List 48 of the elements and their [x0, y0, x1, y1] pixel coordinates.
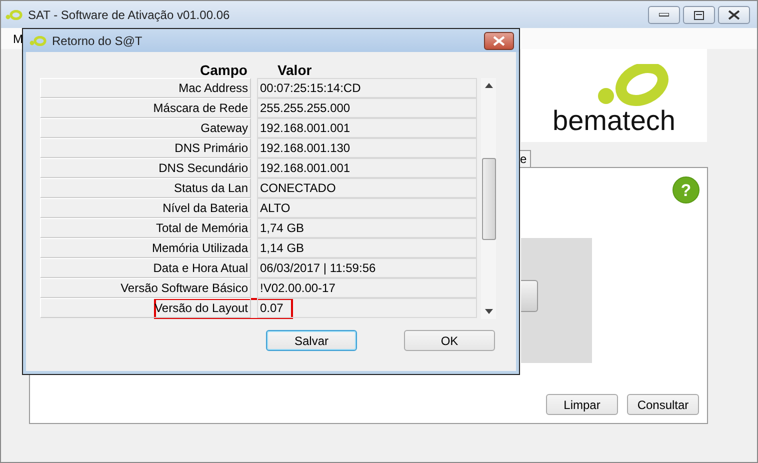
- partial-button[interactable]: [521, 280, 538, 312]
- logo-text: bematech: [552, 106, 676, 136]
- field-label: Nível da Bateria: [40, 198, 251, 218]
- field-value: 192.168.001.130: [257, 138, 477, 158]
- field-value: 255.255.255.000: [257, 98, 477, 118]
- scroll-down-icon[interactable]: [484, 309, 492, 314]
- field-value: 06/03/2017 | 11:59:56: [257, 258, 477, 278]
- clear-button[interactable]: Limpar: [546, 394, 618, 415]
- field-label: DNS Primário: [40, 138, 251, 158]
- field-label: Mac Address: [40, 78, 251, 98]
- scroll-up-icon[interactable]: [484, 83, 492, 88]
- minimize-icon: [659, 13, 669, 17]
- field-label: Status da Lan: [40, 178, 251, 198]
- query-button[interactable]: Consultar: [627, 394, 699, 415]
- column-header: Campo: [200, 62, 248, 78]
- field-value: ALTO: [257, 198, 477, 218]
- close-icon: [728, 10, 740, 20]
- menu-item[interactable]: M: [13, 32, 23, 46]
- close-button[interactable]: [484, 32, 514, 50]
- field-value: 192.168.001.001: [257, 158, 477, 178]
- field-label: Total de Memória: [40, 218, 251, 238]
- field-label: Gateway: [40, 118, 251, 138]
- field-label: Memória Utilizada: [40, 238, 251, 258]
- close-icon: [493, 36, 505, 46]
- logo-mark-icon: [597, 64, 671, 106]
- field-value: 1,74 GB: [257, 218, 477, 238]
- field-label: DNS Secundário: [40, 158, 251, 178]
- close-button[interactable]: [718, 6, 750, 24]
- field-label: Data e Hora Atual: [40, 258, 251, 278]
- field-value: CONECTADO: [257, 178, 477, 198]
- scrollbar[interactable]: [481, 78, 496, 319]
- field-value: 192.168.001.001: [257, 118, 477, 138]
- field-value: 00:07:25:15:14:CD: [257, 78, 477, 98]
- field-value: 0.07: [257, 298, 477, 318]
- column-header: Valor: [277, 62, 312, 78]
- field-label: Máscara de Rede: [40, 98, 251, 118]
- field-label: Versão Software Básico: [40, 278, 251, 298]
- maximize-button[interactable]: [683, 6, 715, 24]
- window-title: SAT - Software de Ativação v01.00.06: [28, 8, 230, 22]
- app-logo-icon: [29, 36, 47, 46]
- field-value: !V02.00.00-17: [257, 278, 477, 298]
- minimize-button[interactable]: [648, 6, 680, 24]
- app-logo-icon: [5, 10, 23, 20]
- field-value: 1,14 GB: [257, 238, 477, 258]
- dialog-title: Retorno do S@T: [52, 34, 142, 48]
- ok-button[interactable]: OK: [404, 330, 495, 351]
- maximize-icon: [694, 10, 704, 20]
- save-button[interactable]: Salvar: [266, 330, 357, 351]
